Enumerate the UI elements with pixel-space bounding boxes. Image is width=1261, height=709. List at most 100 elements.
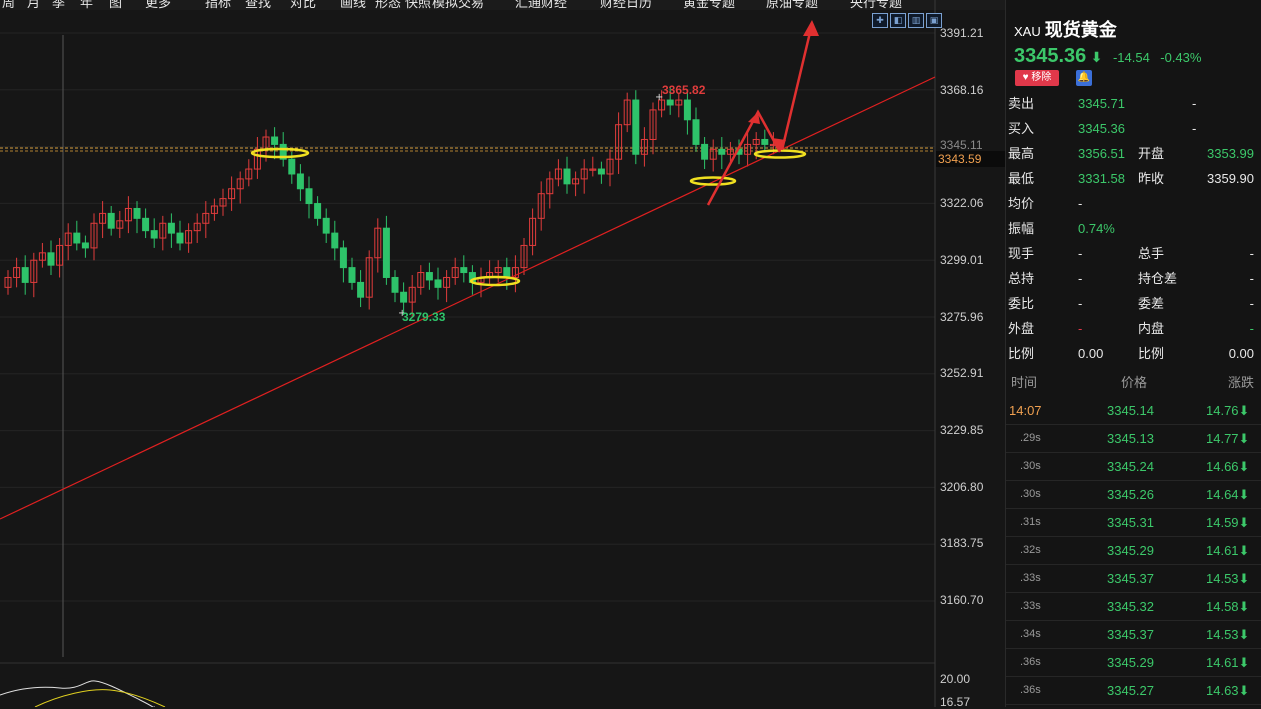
tick-row: .36s 3345.29 14.61⬇ bbox=[1006, 649, 1261, 677]
quote-value: 0.74% bbox=[1078, 221, 1115, 236]
candle-body bbox=[271, 136, 279, 145]
tick-time: 14:07 bbox=[1009, 403, 1042, 418]
price-tick: 3345.11 bbox=[940, 138, 983, 152]
price-tick: 3206.80 bbox=[940, 480, 984, 494]
candle-body bbox=[761, 138, 769, 145]
trend-line bbox=[0, 76, 936, 520]
quote-row: 卖出 3345.71 - bbox=[1006, 92, 1261, 116]
crosshair-icon[interactable]: ✚ bbox=[872, 13, 888, 28]
tick-price: 3345.29 bbox=[1107, 655, 1154, 670]
quote-label: 外盘 bbox=[1008, 321, 1035, 336]
candle-body bbox=[107, 212, 115, 229]
tick-price: 3345.26 bbox=[1107, 487, 1154, 502]
tick-change: 14.53⬇ bbox=[1206, 627, 1250, 642]
tick-time: .36s bbox=[1020, 656, 1041, 668]
quote-row: 总持 - 持仓差 - bbox=[1006, 267, 1261, 291]
candle-body bbox=[632, 99, 640, 155]
tick-row: 14:07 3345.14 14.76⬇ bbox=[1006, 397, 1261, 425]
quote-label: 最低 bbox=[1008, 171, 1035, 186]
arrowhead-icon bbox=[803, 20, 819, 36]
alert-bell-button[interactable]: 🔔 bbox=[1076, 70, 1092, 86]
quote-row: 最高 3356.51 开盘 3353.99 bbox=[1006, 142, 1261, 166]
candle-body bbox=[400, 291, 408, 303]
projection-arrow bbox=[780, 23, 814, 151]
quote-value: 3359.90 bbox=[1207, 171, 1254, 186]
candle-body bbox=[167, 222, 175, 234]
quote-label: 卖出 bbox=[1008, 96, 1035, 111]
quote-row: 振幅 0.74% bbox=[1006, 217, 1261, 241]
arrowhead-icon bbox=[748, 112, 760, 124]
tick-time: .36s bbox=[1020, 684, 1041, 696]
tick-price: 3345.29 bbox=[1107, 543, 1154, 558]
low-label: 3279.33 bbox=[402, 310, 446, 324]
quote-row: 均价 - bbox=[1006, 192, 1261, 216]
candle-body bbox=[460, 267, 468, 274]
quote-label: 内盘 bbox=[1138, 321, 1165, 336]
quote-value: 3345.71 bbox=[1078, 96, 1125, 111]
quote-label: 现手 bbox=[1008, 246, 1035, 261]
price-tick: 3275.96 bbox=[940, 310, 984, 324]
candle-body bbox=[701, 143, 709, 160]
price-tick: 3322.06 bbox=[940, 196, 984, 210]
last-price: 3345.36 bbox=[1014, 45, 1087, 67]
quote-label: 均价 bbox=[1008, 196, 1035, 211]
candle-body bbox=[133, 207, 141, 219]
quote-value: - bbox=[1249, 321, 1254, 336]
price-change-pct: -0.43% bbox=[1160, 50, 1202, 65]
tick-time: .30s bbox=[1020, 460, 1041, 472]
candle-body bbox=[425, 272, 433, 281]
current-price-label: 3343.59 bbox=[936, 151, 1006, 167]
candlestick-chart[interactable]: ++ bbox=[0, 0, 1005, 707]
quote-value: - bbox=[1078, 296, 1083, 311]
quote-value: 3353.99 bbox=[1207, 146, 1254, 161]
tick-price: 3345.13 bbox=[1107, 431, 1154, 446]
quote-label: 比例 bbox=[1138, 346, 1165, 361]
tick-col-price: 价格 bbox=[1121, 375, 1148, 390]
quote-label: 总持 bbox=[1008, 271, 1035, 286]
bars-icon[interactable]: ▥ bbox=[908, 13, 924, 28]
candle-body bbox=[357, 281, 365, 298]
down-arrow-icon: ⬇ bbox=[1090, 49, 1103, 65]
tick-change: 14.76⬇ bbox=[1206, 403, 1250, 418]
quote-label: 最高 bbox=[1008, 146, 1035, 161]
candle-body bbox=[339, 247, 347, 269]
tick-price: 3345.37 bbox=[1107, 571, 1154, 586]
candle-body bbox=[683, 99, 691, 121]
tick-time: .33s bbox=[1020, 600, 1041, 612]
tick-row: .36s 3345.27 14.63⬇ bbox=[1006, 677, 1261, 705]
candle-body bbox=[666, 99, 674, 106]
candle-body bbox=[73, 232, 81, 244]
candle-body bbox=[434, 279, 442, 288]
indicator-curve bbox=[34, 689, 166, 707]
candle-body bbox=[150, 230, 158, 239]
candle-body bbox=[692, 119, 700, 145]
price-tick: 3183.75 bbox=[940, 536, 984, 550]
bell-icon: 🔔 bbox=[1077, 72, 1091, 83]
tick-row: .32s 3345.29 14.61⬇ bbox=[1006, 537, 1261, 565]
quote-row: 委比 - 委差 - bbox=[1006, 292, 1261, 316]
tick-row: .30s 3345.26 14.64⬇ bbox=[1006, 481, 1261, 509]
price-tick: 3299.01 bbox=[940, 253, 984, 267]
quote-label: 昨收 bbox=[1138, 171, 1165, 186]
tick-change: 14.58⬇ bbox=[1206, 599, 1250, 614]
tick-change: 14.59⬇ bbox=[1206, 515, 1250, 530]
tick-price: 3345.32 bbox=[1107, 599, 1154, 614]
remove-favorite-button[interactable]: ♥ 移除 bbox=[1015, 70, 1059, 86]
instrument-title: XAU 现货黄金 bbox=[1014, 16, 1117, 42]
candle-body bbox=[597, 168, 605, 175]
candle-body bbox=[21, 267, 29, 283]
tick-price: 3345.37 bbox=[1107, 627, 1154, 642]
tick-time: .32s bbox=[1020, 544, 1041, 556]
tick-col-time: 时间 bbox=[1011, 375, 1038, 390]
support-marker bbox=[689, 176, 737, 186]
quote-row: 买入 3345.36 - bbox=[1006, 117, 1261, 141]
instrument-name: 现货黄金 bbox=[1044, 20, 1117, 40]
candle-body bbox=[176, 232, 184, 244]
chart-tools: ✚ ◧ ▥ ▣ bbox=[872, 13, 942, 28]
tick-row: .34s 3345.37 14.53⬇ bbox=[1006, 621, 1261, 649]
projection-arrow bbox=[706, 109, 782, 206]
tick-change: 14.53⬇ bbox=[1206, 571, 1250, 586]
zoom-icon[interactable]: ◧ bbox=[890, 13, 906, 28]
candle-body bbox=[81, 242, 89, 249]
price-tick: 3160.70 bbox=[940, 593, 984, 607]
